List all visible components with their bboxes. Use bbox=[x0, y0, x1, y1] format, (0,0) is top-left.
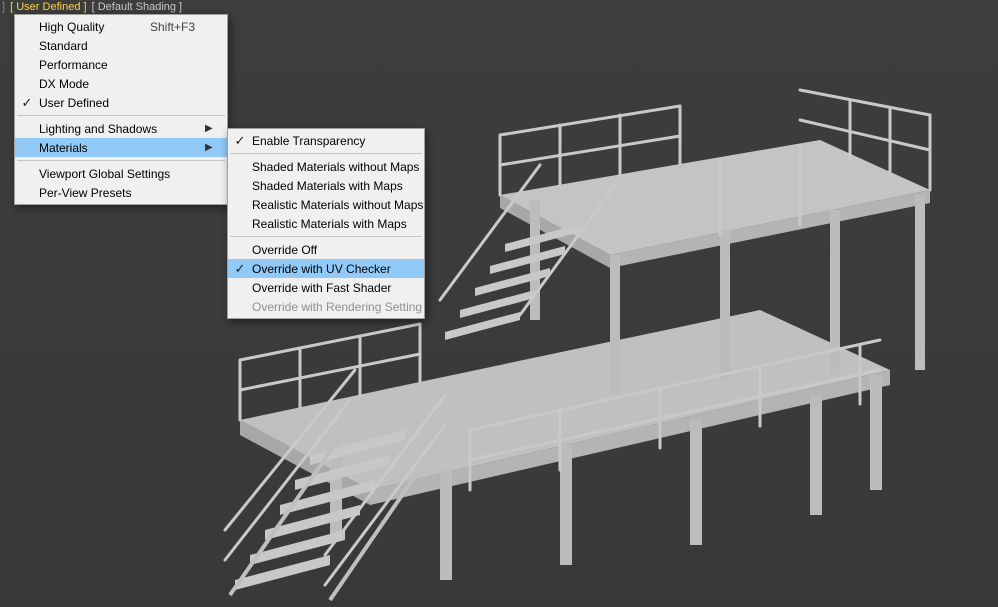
menu-item-user-defined[interactable]: ✓ User Defined bbox=[15, 93, 227, 112]
menu-item-override-with-rendering-setting: Override with Rendering Setting bbox=[228, 297, 424, 316]
menu-item-performance[interactable]: Performance bbox=[15, 55, 227, 74]
menu-item-high-quality[interactable]: High Quality Shift+F3 bbox=[15, 17, 227, 36]
submenu-arrow-icon: ▶ bbox=[205, 142, 219, 153]
menu-item-label: Viewport Global Settings bbox=[39, 167, 205, 181]
menu-item-viewport-global-settings[interactable]: Viewport Global Settings bbox=[15, 164, 227, 183]
menu-item-materials[interactable]: Materials ▶ bbox=[15, 138, 227, 157]
menu-item-lighting-and-shadows[interactable]: Lighting and Shadows ▶ bbox=[15, 119, 227, 138]
check-icon: ✓ bbox=[228, 261, 252, 277]
menu-separator bbox=[230, 153, 422, 154]
viewport-label-leading: ] bbox=[2, 1, 5, 13]
viewport[interactable]: ] [ User Defined ] [ Default Shading ] H… bbox=[0, 0, 998, 607]
menu-item-override-with-uv-checker[interactable]: ✓ Override with UV Checker bbox=[228, 259, 424, 278]
menu-item-label: Realistic Materials without Maps bbox=[252, 198, 443, 212]
menu-item-per-view-presets[interactable]: Per-View Presets bbox=[15, 183, 227, 202]
menu-item-label: Lighting and Shadows bbox=[39, 122, 205, 136]
menu-item-label: Override Off bbox=[252, 243, 416, 257]
menu-item-label: Performance bbox=[39, 58, 205, 72]
menu-item-label: Standard bbox=[39, 39, 205, 53]
menu-item-shortcut: Shift+F3 bbox=[150, 20, 205, 34]
menu-item-label: User Defined bbox=[39, 96, 205, 110]
menu-item-shaded-materials-without-maps[interactable]: Shaded Materials without Maps bbox=[228, 157, 424, 176]
menu-item-shaded-materials-with-maps[interactable]: Shaded Materials with Maps bbox=[228, 176, 424, 195]
viewport-label-shading-mode[interactable]: [ User Defined ] bbox=[10, 1, 86, 13]
menu-item-label: Realistic Materials with Maps bbox=[252, 217, 427, 231]
menu-separator bbox=[17, 160, 225, 161]
menu-separator bbox=[17, 115, 225, 116]
menu-item-label: DX Mode bbox=[39, 77, 205, 91]
menu-item-dx-mode[interactable]: DX Mode bbox=[15, 74, 227, 93]
viewport-label-render-mode[interactable]: [ Default Shading ] bbox=[92, 1, 183, 13]
menu-item-label: Shaded Materials with Maps bbox=[252, 179, 423, 193]
menu-item-label: Override with Rendering Setting bbox=[252, 300, 442, 314]
check-icon: ✓ bbox=[15, 95, 39, 111]
menu-item-label: Shaded Materials without Maps bbox=[252, 160, 439, 174]
shading-mode-menu[interactable]: High Quality Shift+F3 Standard Performan… bbox=[14, 14, 228, 205]
check-icon: ✓ bbox=[228, 133, 252, 149]
menu-item-label: Materials bbox=[39, 141, 205, 155]
menu-item-label: Override with UV Checker bbox=[252, 262, 416, 276]
menu-item-enable-transparency[interactable]: ✓ Enable Transparency bbox=[228, 131, 424, 150]
menu-item-override-with-fast-shader[interactable]: Override with Fast Shader bbox=[228, 278, 424, 297]
menu-item-label: Override with Fast Shader bbox=[252, 281, 416, 295]
menu-item-label: Per-View Presets bbox=[39, 186, 205, 200]
materials-submenu[interactable]: ✓ Enable Transparency Shaded Materials w… bbox=[227, 128, 425, 319]
menu-item-override-off[interactable]: Override Off bbox=[228, 240, 424, 259]
submenu-arrow-icon: ▶ bbox=[205, 123, 219, 134]
menu-separator bbox=[230, 236, 422, 237]
menu-item-label: High Quality bbox=[39, 20, 150, 34]
menu-item-realistic-materials-without-maps[interactable]: Realistic Materials without Maps bbox=[228, 195, 424, 214]
menu-item-realistic-materials-with-maps[interactable]: Realistic Materials with Maps bbox=[228, 214, 424, 233]
menu-item-label: Enable Transparency bbox=[252, 134, 416, 148]
menu-item-standard[interactable]: Standard bbox=[15, 36, 227, 55]
